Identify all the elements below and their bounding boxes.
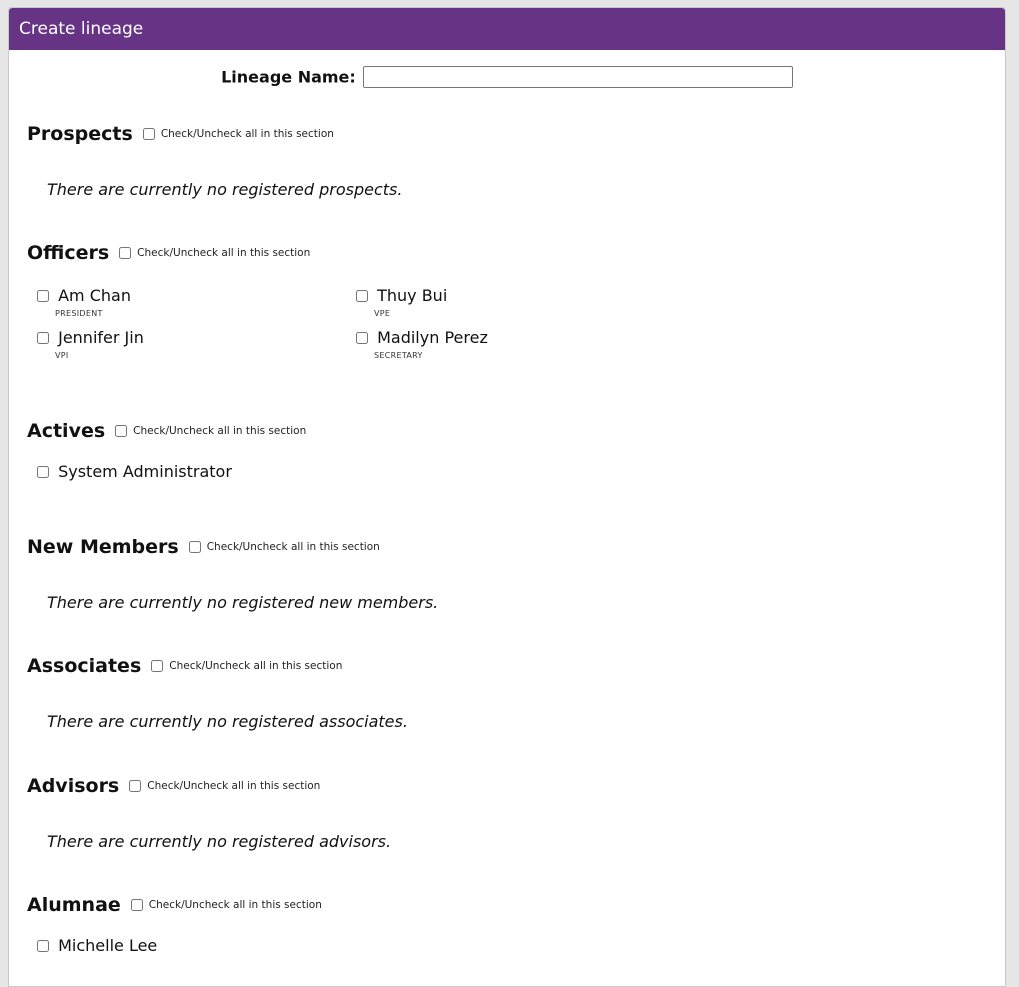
lineage-name-input[interactable] <box>362 66 793 88</box>
section-prospects: Prospects Check/Uncheck all in this sect… <box>27 122 987 199</box>
section-title-associates: Associates <box>27 655 142 677</box>
check-all-label: Check/Uncheck all in this section <box>160 128 334 140</box>
check-all-officers-checkbox[interactable] <box>119 247 132 259</box>
check-all-label: Check/Uncheck all in this section <box>147 780 321 792</box>
empty-note-new-members: There are currently no registered new me… <box>47 593 439 612</box>
member-michelle-lee: Michelle Lee <box>27 935 347 955</box>
section-new-members: New Members Check/Uncheck all in this se… <box>27 535 987 612</box>
check-all-label: Check/Uncheck all in this section <box>137 247 311 259</box>
section-advisors: Advisors Check/Uncheck all in this secti… <box>27 774 987 851</box>
member-role: PRESIDENT <box>55 309 103 318</box>
member-checkbox-thuy-bui[interactable] <box>356 289 368 302</box>
member-checkbox-jennifer-jin[interactable] <box>37 331 49 344</box>
member-am-chan: Am Chan PRESIDENT <box>27 285 347 318</box>
section-actives: Actives Check/Uncheck all in this sectio… <box>27 419 987 491</box>
member-role: SECRETARY <box>374 351 423 360</box>
member-name: System Administrator <box>58 462 232 481</box>
section-officers: Officers Check/Uncheck all in this secti… <box>27 241 987 375</box>
check-all-label: Check/Uncheck all in this section <box>206 541 380 553</box>
section-title-advisors: Advisors <box>27 775 120 797</box>
check-all-advisors-checkbox[interactable] <box>129 780 142 792</box>
check-all-label: Check/Uncheck all in this section <box>133 425 307 437</box>
create-lineage-panel: Create lineage Lineage Name: Prospects C… <box>8 7 1006 987</box>
check-all-actives-checkbox[interactable] <box>115 425 128 437</box>
section-title-prospects: Prospects <box>27 123 133 145</box>
member-checkbox-michelle-lee[interactable] <box>37 939 49 952</box>
check-all-prospects-checkbox[interactable] <box>142 128 155 140</box>
check-all-alumnae-checkbox[interactable] <box>130 899 143 911</box>
member-name: Thuy Bui <box>377 286 448 305</box>
section-title-actives: Actives <box>27 420 106 442</box>
check-all-label: Check/Uncheck all in this section <box>148 899 322 911</box>
member-role: VPE <box>374 309 391 318</box>
section-alumnae: Alumnae Check/Uncheck all in this sectio… <box>27 893 987 965</box>
section-associates: Associates Check/Uncheck all in this sec… <box>27 654 987 731</box>
section-title-alumnae: Alumnae <box>27 894 121 916</box>
check-all-new-members-checkbox[interactable] <box>188 541 201 553</box>
member-madilyn-perez: Madilyn Perez SECRETARY <box>346 327 666 360</box>
panel-header: Create lineage <box>9 8 1005 50</box>
member-checkbox-system-administrator[interactable] <box>37 465 49 478</box>
member-checkbox-am-chan[interactable] <box>37 289 49 302</box>
member-thuy-bui: Thuy Bui VPE <box>346 285 666 318</box>
member-name: Michelle Lee <box>58 936 158 955</box>
member-checkbox-madilyn-perez[interactable] <box>356 331 368 344</box>
member-jennifer-jin: Jennifer Jin VPI <box>27 327 347 360</box>
section-title-new-members: New Members <box>27 536 179 558</box>
member-name: Jennifer Jin <box>58 328 144 347</box>
lineage-name-label: Lineage Name: <box>221 67 356 87</box>
empty-note-associates: There are currently no registered associ… <box>47 712 408 731</box>
member-role: VPI <box>55 351 69 360</box>
member-name: Madilyn Perez <box>377 328 488 347</box>
check-all-label: Check/Uncheck all in this section <box>169 660 343 672</box>
member-name: Am Chan <box>58 286 131 305</box>
empty-note-prospects: There are currently no registered prospe… <box>47 180 403 199</box>
section-title-officers: Officers <box>27 242 110 264</box>
check-all-associates-checkbox[interactable] <box>151 660 164 672</box>
empty-note-advisors: There are currently no registered adviso… <box>47 832 392 851</box>
lineage-name-row: Lineage Name: <box>9 66 1005 88</box>
member-system-administrator: System Administrator <box>27 461 347 481</box>
